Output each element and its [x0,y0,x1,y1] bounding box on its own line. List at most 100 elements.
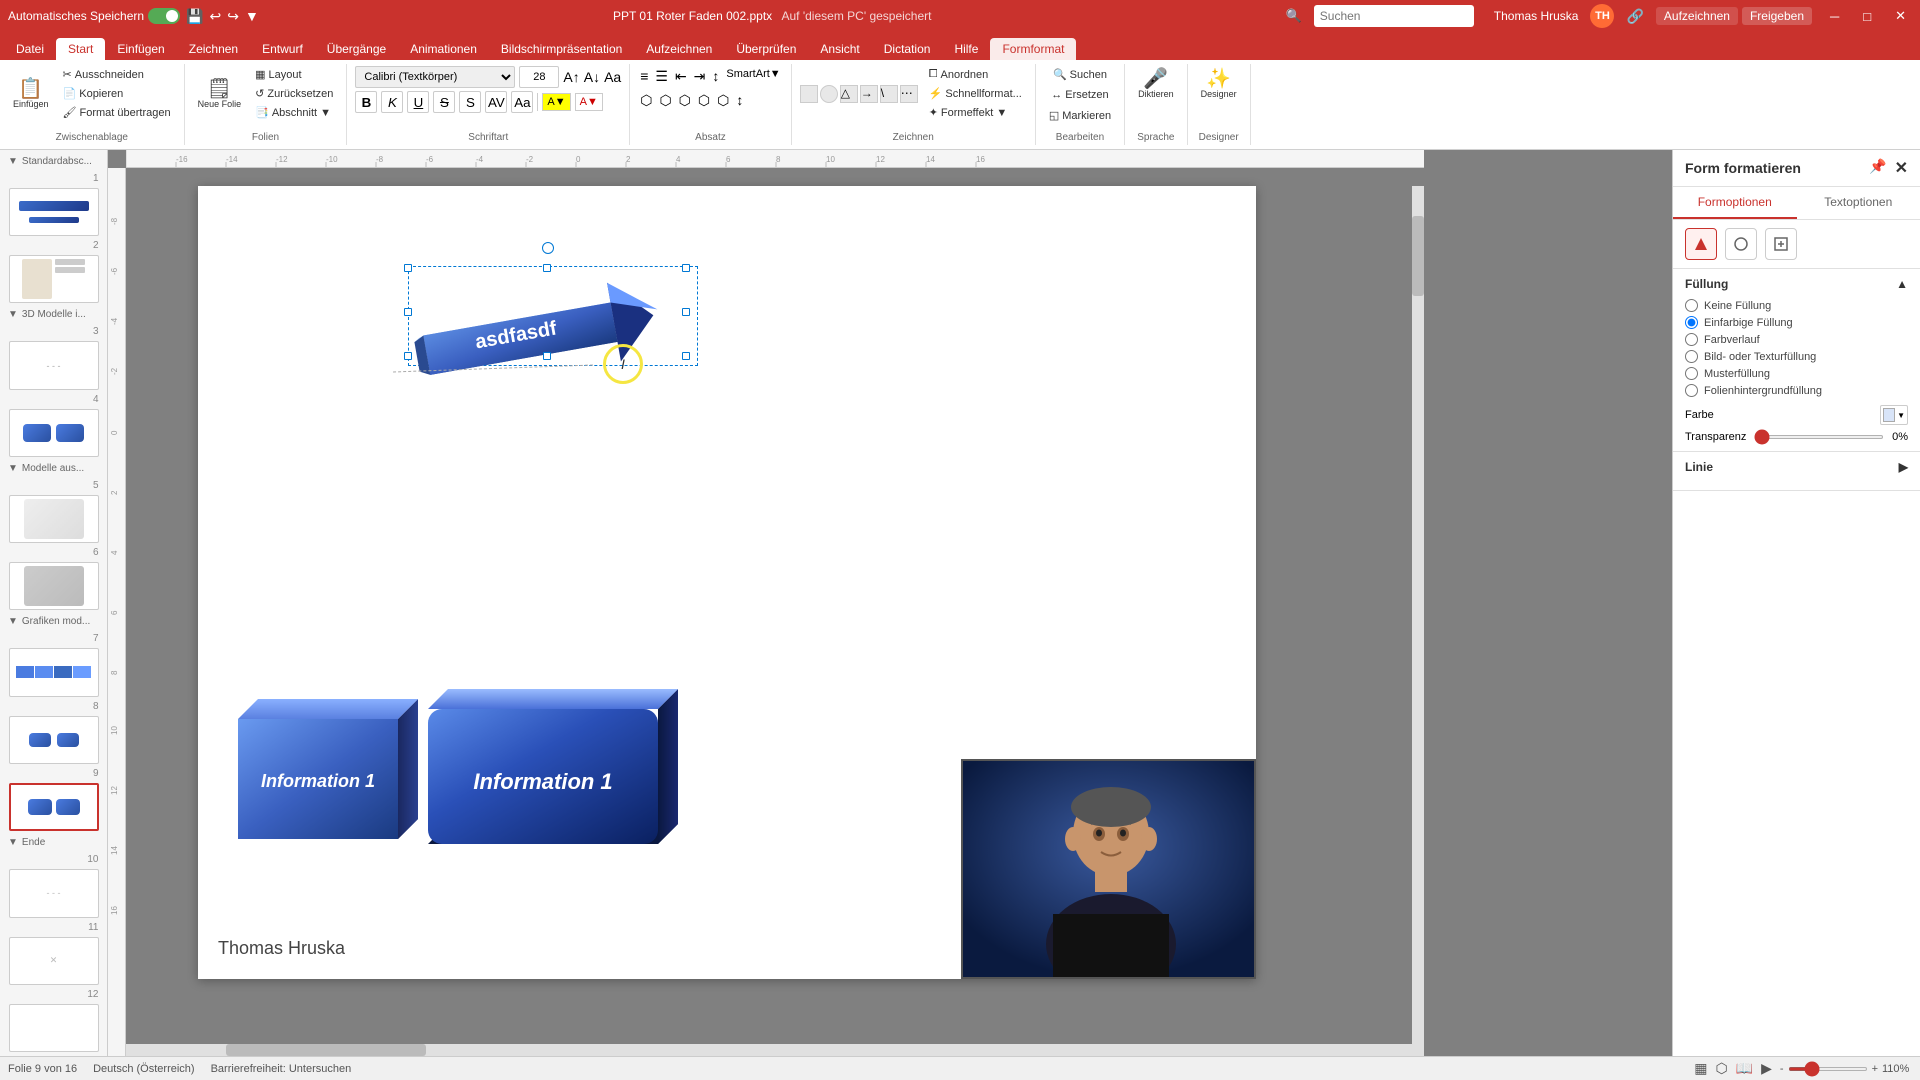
autosave-toggle-pill[interactable] [148,8,180,24]
format-tab-text[interactable]: Textoptionen [1797,187,1920,219]
handle-tl[interactable] [404,264,412,272]
scrollbar-thumb-h[interactable] [226,1044,426,1056]
italic-btn[interactable]: K [381,91,403,113]
slide-thumb-12[interactable] [9,1004,99,1052]
ersetzen-btn[interactable]: ↔Ersetzen [1046,87,1113,103]
line-spacing-btn[interactable]: ↕ [734,90,745,111]
abschnitt-btn[interactable]: 📑Abschnitt ▼ [250,104,338,121]
toolbar-more-icon[interactable]: ▼ [245,8,259,24]
rotate-handle[interactable] [542,242,554,254]
group-chevron-1[interactable]: ▼ [8,156,18,167]
underline-btn[interactable]: U [407,91,429,113]
radio-keine-fuellung-input[interactable] [1685,299,1698,312]
diktieren-btn[interactable]: 🎤 Diktieren [1133,66,1179,102]
radio-einfarbige-fuellung[interactable]: Einfarbige Füllung [1685,316,1908,329]
minimize-btn[interactable]: ─ [1824,7,1845,26]
slide-thumb-2[interactable] [9,255,99,303]
transparency-slider[interactable] [1754,435,1884,439]
tab-zeichnen[interactable]: Zeichnen [177,38,250,60]
clear-format-btn[interactable]: Aa [604,69,621,85]
decrease-font-btn[interactable]: A↓ [584,69,600,85]
handle-tr[interactable] [682,264,690,272]
einfuegen-button[interactable]: 📋 Einfügen [8,76,54,112]
scrollbar-horizontal[interactable] [126,1044,1412,1056]
markieren-btn[interactable]: ◱Markieren [1044,107,1116,124]
scrollbar-thumb-v[interactable] [1412,216,1424,296]
view-reading-btn[interactable]: 📖 [1736,1060,1753,1077]
tab-entwurf[interactable]: Entwurf [250,38,315,60]
record-label[interactable]: Aufzeichnen [1656,7,1738,25]
scrollbar-vertical[interactable] [1412,186,1424,1056]
slide-thumb-4[interactable] [9,409,99,457]
ausschneiden-btn[interactable]: ✂Ausschneiden [58,66,176,83]
list-ordered-btn[interactable]: ☰ [653,66,670,87]
info-box-left[interactable]: Information 1 [208,689,418,849]
handle-tc[interactable] [543,264,551,272]
language-label[interactable]: Deutsch (Österreich) [93,1063,194,1075]
slide-thumb-9[interactable] [9,783,99,832]
format-icon-effects[interactable] [1725,228,1757,260]
tab-aufzeichnen[interactable]: Aufzeichnen [634,38,724,60]
accessibility-label[interactable]: Barrierefreiheit: Untersuchen [211,1063,352,1075]
slide-thumb-6[interactable] [9,562,99,610]
group-chevron-2[interactable]: ▼ [8,309,18,320]
radio-einfarbige-input[interactable] [1685,316,1698,329]
tab-animationen[interactable]: Animationen [398,38,489,60]
tab-uebergaenge[interactable]: Übergänge [315,38,398,60]
highlight-btn[interactable]: A▼ [542,93,570,111]
shape-arrow[interactable]: → [860,85,878,103]
close-btn[interactable]: ✕ [1889,6,1912,26]
color-swatch[interactable]: ▼ [1880,405,1908,425]
handle-bl[interactable] [404,352,412,360]
search-icon[interactable]: 🔍 [1286,8,1302,24]
handle-bc[interactable] [543,352,551,360]
zoom-in-btn[interactable]: + [1872,1063,1878,1075]
format-panel-close[interactable]: ✕ [1895,158,1908,178]
shadow-btn[interactable]: S [459,91,481,113]
shape-circle[interactable] [820,85,838,103]
format-panel-pin[interactable]: 📌 [1869,158,1886,178]
case-btn[interactable]: Aa [511,91,533,113]
font-color-btn[interactable]: A▼ [575,93,603,111]
format-uebertragen-btn[interactable]: 🖌Format übertragen [58,104,176,121]
align-center-btn[interactable]: ⬡ [657,90,673,111]
list-unordered-btn[interactable]: ≡ [638,66,650,87]
format-icon-size[interactable] [1765,228,1797,260]
toolbar-save-icon[interactable]: 💾 [186,8,203,25]
shape-more[interactable]: ⋯ [900,85,918,103]
font-size-input[interactable] [519,66,559,88]
designer-btn[interactable]: ✨ Designer [1196,66,1242,102]
search-input[interactable] [1314,5,1474,27]
font-select[interactable]: Calibri (Textkörper) [355,66,515,88]
increase-font-btn[interactable]: A↑ [563,69,579,85]
tab-dictation[interactable]: Dictation [872,38,943,60]
radio-bild-input[interactable] [1685,350,1698,363]
toolbar-undo-icon[interactable]: ↩ [210,8,222,25]
color-dropdown-icon[interactable]: ▼ [1897,411,1905,420]
radio-farbverlauf[interactable]: Farbverlauf [1685,333,1908,346]
strikethrough-btn[interactable]: S [433,91,455,113]
linie-header[interactable]: Linie ▶ [1685,460,1908,474]
formeffekt-btn[interactable]: ✦Formeffekt ▼ [924,104,1027,121]
slide-thumb-8[interactable] [9,716,99,764]
tab-praesentation[interactable]: Bildschirmpräsentation [489,38,634,60]
group-chevron-4[interactable]: ▼ [8,616,18,627]
maximize-btn[interactable]: □ [1857,7,1877,26]
radio-keine-fuellung[interactable]: Keine Füllung [1685,299,1908,312]
spacing-btn[interactable]: AV [485,91,507,113]
slide-thumb-5[interactable] [9,495,99,543]
align-right-btn[interactable]: ⬡ [677,90,693,111]
suchen-btn[interactable]: 🔍Suchen [1048,66,1112,83]
shape-line[interactable]: \ [880,85,898,103]
format-icon-shape[interactable] [1685,228,1717,260]
zuruecksetzen-btn[interactable]: ↺Zurücksetzen [250,85,338,102]
info-box-right[interactable]: Information 1 [428,689,698,859]
radio-muster[interactable]: Musterfüllung [1685,367,1908,380]
group-chevron-3[interactable]: ▼ [8,463,18,474]
tab-formformat[interactable]: Formformat [990,38,1076,60]
tab-datei[interactable]: Datei [4,38,56,60]
share-icon[interactable]: 🔗 [1626,8,1643,25]
slide-thumb-10[interactable]: - - - [9,869,99,917]
view-slide-btn[interactable]: ⬡ [1715,1060,1727,1077]
share-label[interactable]: Freigeben [1742,7,1812,25]
